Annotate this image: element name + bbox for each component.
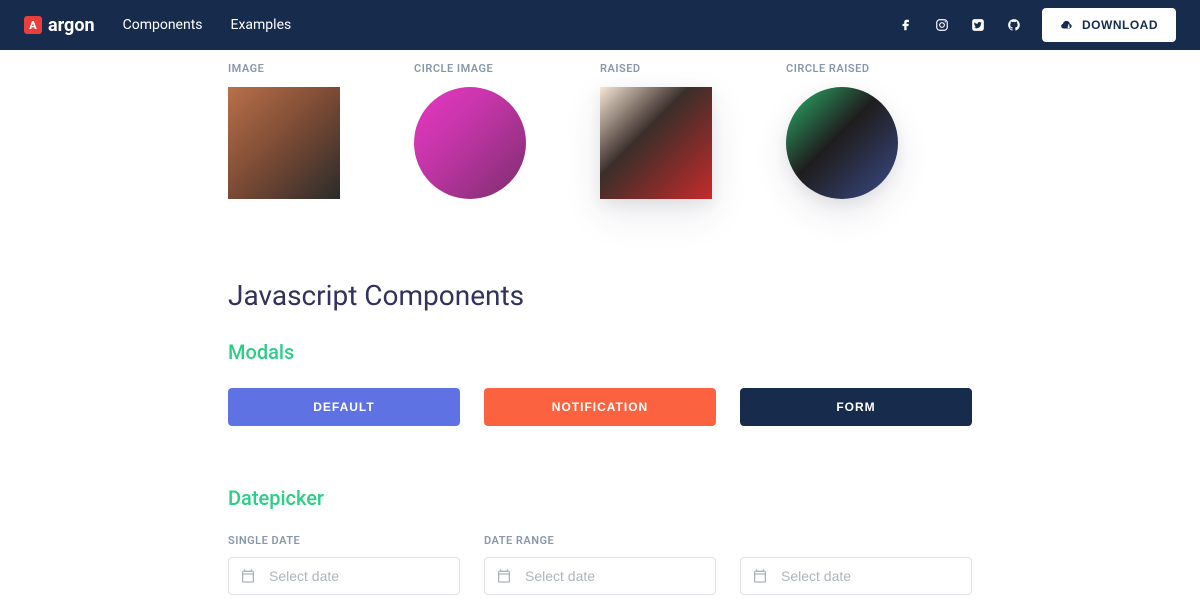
modal-default-button[interactable]: DEFAULT: [228, 388, 460, 426]
date-range-wrap: [484, 557, 972, 595]
image-col-plain: IMAGE: [228, 62, 414, 199]
image-col-circle-raised: CIRCLE RAISED: [786, 62, 972, 199]
download-label: DOWNLOAD: [1082, 18, 1158, 32]
range-end-input[interactable]: [740, 557, 972, 595]
image-label: RAISED: [600, 62, 766, 75]
sample-image-plain: [228, 87, 340, 199]
cloud-download-icon: [1060, 18, 1074, 32]
nav-link-examples[interactable]: Examples: [231, 17, 292, 33]
images-section: IMAGE CIRCLE IMAGE RAISED CIRCLE RAISED: [228, 62, 972, 199]
sample-image-raised: [600, 87, 712, 199]
section-title-js: Javascript Components: [228, 279, 972, 312]
datepicker-title: Datepicker: [228, 486, 972, 510]
nav-link-components[interactable]: Components: [123, 17, 203, 33]
single-date-label: SINGLE DATE: [228, 534, 460, 547]
github-icon[interactable]: [1006, 17, 1022, 33]
sample-image-circle: [414, 87, 526, 199]
modals-title: Modals: [228, 340, 972, 364]
sample-image-circle-raised: [786, 87, 898, 199]
image-label: CIRCLE RAISED: [786, 62, 952, 75]
navbar: argon Components Examples DOWNLOAD: [0, 0, 1200, 50]
range-start-wrap: [484, 557, 716, 595]
date-range-label: DATE RANGE: [484, 534, 972, 547]
brand-text: argon: [48, 15, 95, 36]
brand[interactable]: argon: [24, 15, 95, 36]
calendar-icon: [496, 568, 512, 584]
brand-icon: [24, 16, 42, 34]
image-col-circle: CIRCLE IMAGE: [414, 62, 600, 199]
nav-right: DOWNLOAD: [898, 8, 1176, 42]
range-end-wrap: [740, 557, 972, 595]
modal-buttons-row: DEFAULT NOTIFICATION FORM: [228, 388, 972, 426]
datepicker-labels: SINGLE DATE DATE RANGE: [228, 534, 972, 547]
main-container: IMAGE CIRCLE IMAGE RAISED CIRCLE RAISED …: [228, 62, 972, 595]
facebook-icon[interactable]: [898, 17, 914, 33]
modal-notification-button[interactable]: NOTIFICATION: [484, 388, 716, 426]
datepicker-inputs: [228, 557, 972, 595]
nav-left: argon Components Examples: [24, 15, 291, 36]
image-label: CIRCLE IMAGE: [414, 62, 580, 75]
download-button[interactable]: DOWNLOAD: [1042, 8, 1176, 42]
modal-form-button[interactable]: FORM: [740, 388, 972, 426]
instagram-icon[interactable]: [934, 17, 950, 33]
single-date-input[interactable]: [228, 557, 460, 595]
image-col-raised: RAISED: [600, 62, 786, 199]
range-start-input[interactable]: [484, 557, 716, 595]
calendar-icon: [240, 568, 256, 584]
twitter-icon[interactable]: [970, 17, 986, 33]
image-label: IMAGE: [228, 62, 394, 75]
calendar-icon: [752, 568, 768, 584]
single-date-wrap: [228, 557, 460, 595]
